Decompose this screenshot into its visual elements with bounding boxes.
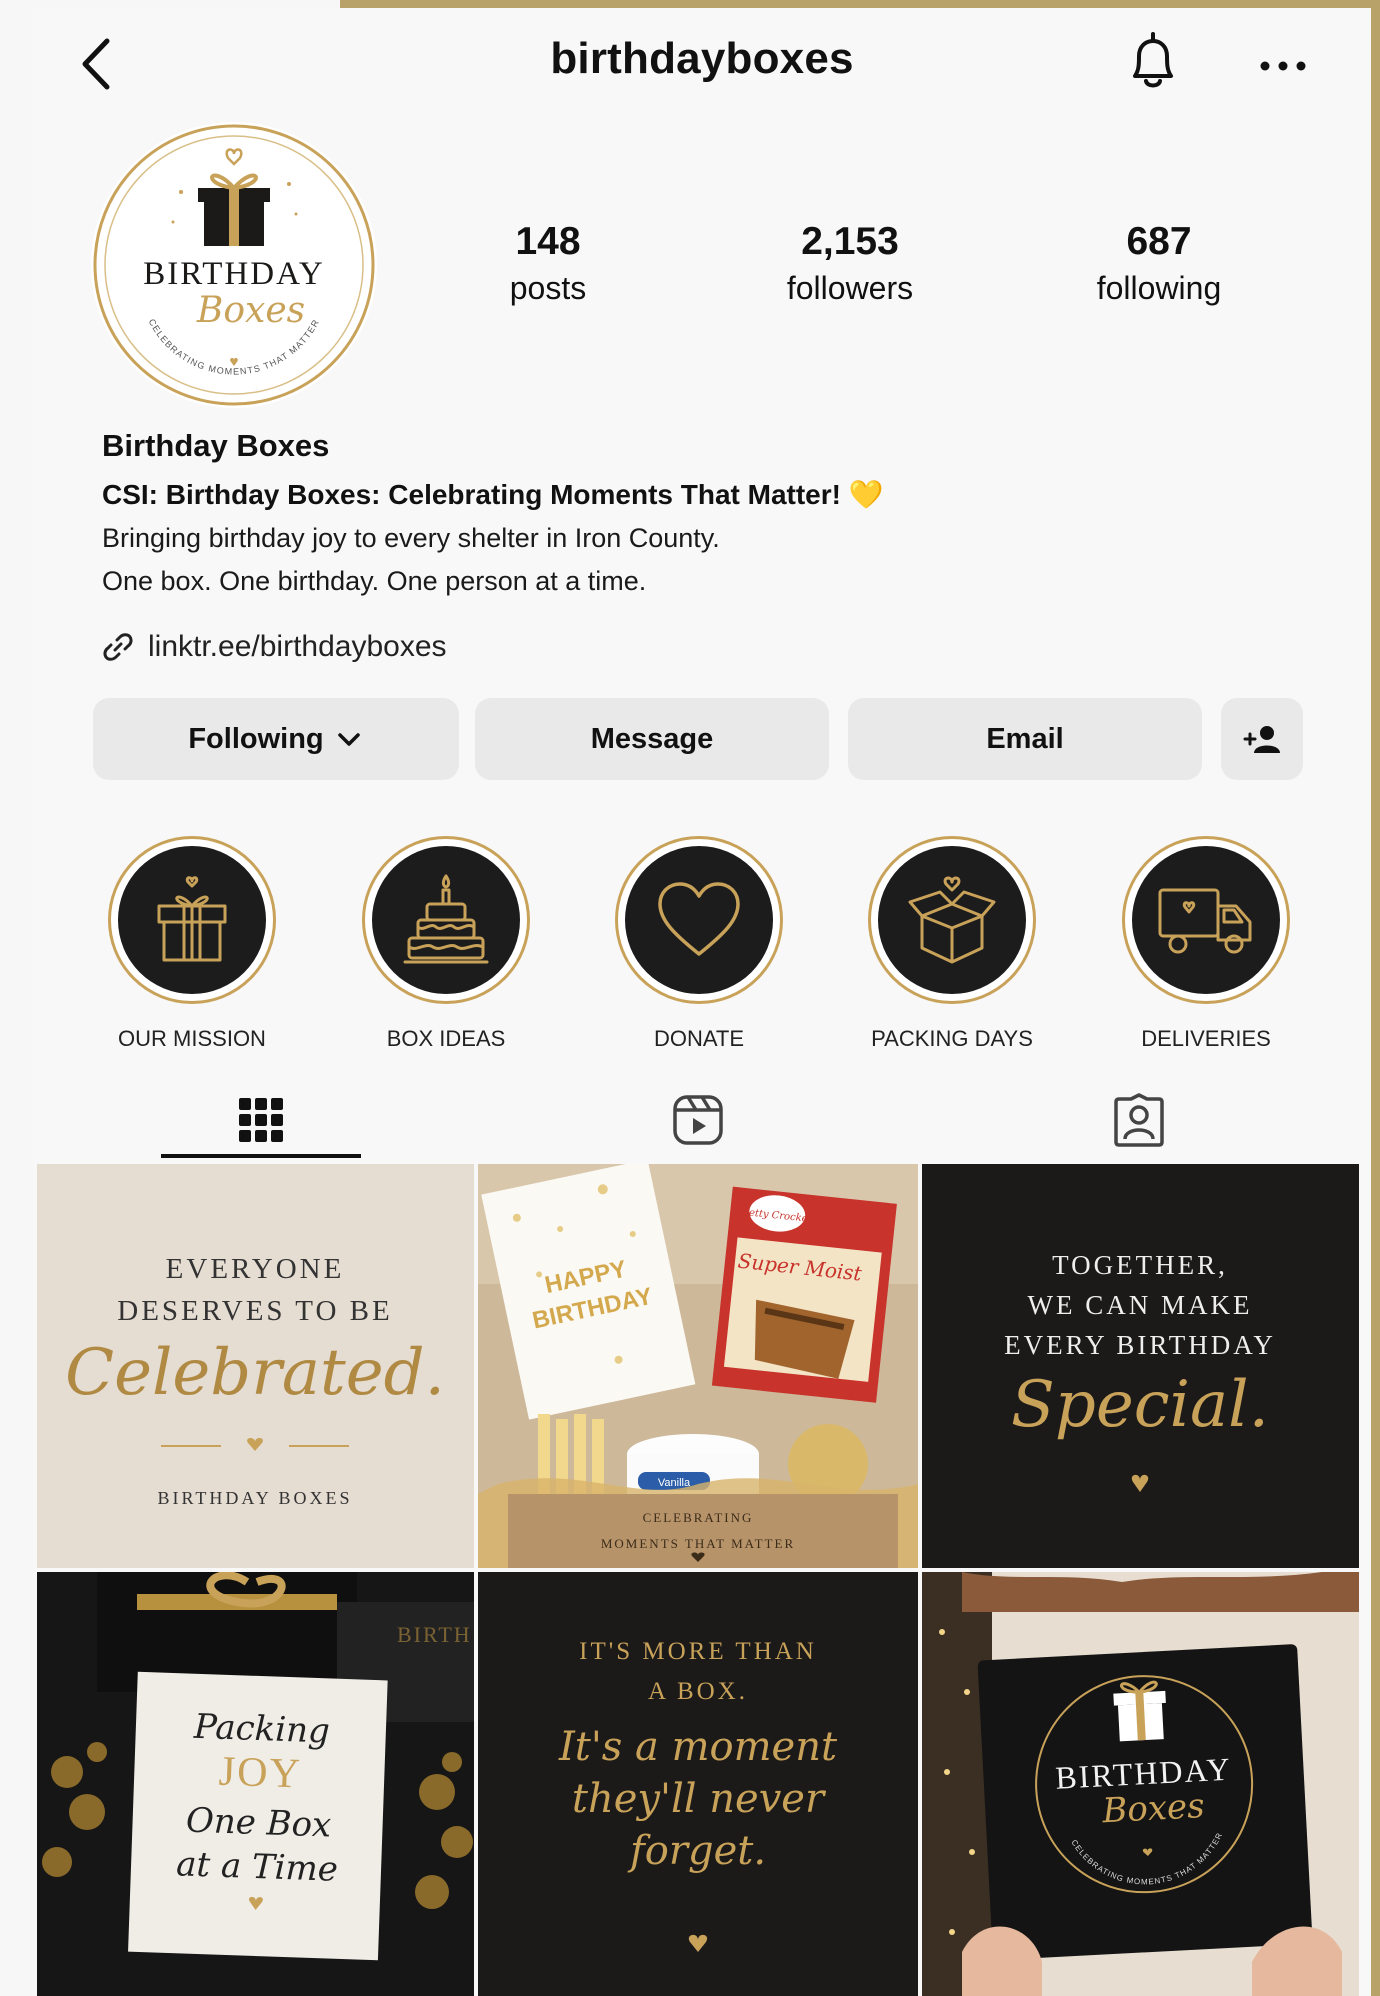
svg-text:Boxes: Boxes: [196, 290, 305, 331]
followers-label: followers: [786, 270, 914, 306]
post-tile[interactable]: HAPPY BIRTHDAY Betty Crocker Super Moist…: [478, 1164, 918, 1568]
following-label: Following: [188, 722, 324, 755]
post-celebrated: EVERYONE DESERVES TO BE Celebrated. BIRT…: [65, 1253, 445, 1508]
post-box-photo: HAPPY BIRTHDAY Betty Crocker Super Moist…: [478, 1164, 918, 1568]
svg-text:Boxes: Boxes: [1100, 1786, 1205, 1831]
suggested-users-button[interactable]: [1221, 698, 1303, 780]
post-tile[interactable]: BIRTH Packing JOY One Box at a Time: [37, 1572, 474, 1996]
bio-line: One box. One birthday. One person at a t…: [102, 566, 647, 596]
post-more-than-a-box: IT'S MORE THAN A BOX. It's a moment they…: [558, 1638, 838, 1952]
avatar[interactable]: BIRTHDAY Boxes CELEBRATING MOMENTS THAT …: [91, 122, 377, 408]
link-icon: [103, 633, 133, 661]
svg-text:It's a moment: It's a moment: [558, 1724, 838, 1770]
grid-icon: [239, 1098, 283, 1142]
highlight-ring: [615, 836, 783, 1004]
svg-text:CELEBRATING: CELEBRATING: [643, 1510, 754, 1525]
chevron-down-icon: [337, 733, 360, 746]
svg-text:EVERYONE: EVERYONE: [166, 1253, 345, 1285]
svg-text:DESERVES TO BE: DESERVES TO BE: [117, 1295, 392, 1327]
following-count: 687: [1126, 220, 1192, 263]
svg-text:Special.: Special.: [1011, 1368, 1269, 1442]
bell-icon: [1133, 32, 1173, 88]
post-box-held: BIRTHDAY Boxes CELEBRATING MOMENTS THAT …: [922, 1572, 1359, 1996]
add-person-icon: [1243, 726, 1280, 753]
message-label: Message: [590, 722, 714, 755]
post-tile[interactable]: TOGETHER, WE CAN MAKE EVERY BIRTHDAY Spe…: [922, 1164, 1359, 1568]
highlight-label: OUR MISSION: [118, 1026, 266, 1051]
active-tab-indicator: [161, 1154, 361, 1158]
post-packing-joy: BIRTH Packing JOY One Box at a Time: [37, 1572, 474, 1996]
highlight-our-mission[interactable]: OUR MISSION: [92, 836, 292, 1052]
highlight-ring: [868, 836, 1036, 1004]
highlight-donate[interactable]: DONATE: [599, 836, 799, 1052]
highlight-box-ideas[interactable]: BOX IDEAS: [346, 836, 546, 1052]
frame-border-top: [340, 0, 1380, 8]
email-label: Email: [986, 722, 1064, 755]
svg-text:BIRTHDAY BOXES: BIRTHDAY BOXES: [157, 1488, 352, 1508]
svg-text:Packing: Packing: [192, 1707, 330, 1752]
followers-count: 2,153: [801, 220, 899, 263]
open-box-icon: [908, 876, 996, 964]
svg-text:BIRTH: BIRTH: [397, 1622, 472, 1647]
truck-icon: [1158, 888, 1252, 954]
stat-posts[interactable]: 148 posts: [438, 220, 658, 307]
following-button[interactable]: Following: [93, 698, 459, 780]
more-dots-icon: [1260, 61, 1306, 71]
svg-text:A BOX.: A BOX.: [648, 1678, 748, 1705]
tab-grid[interactable]: [221, 1090, 301, 1150]
bio-line: Bringing birthday joy to every shelter i…: [102, 523, 720, 553]
highlight-label: PACKING DAYS: [871, 1026, 1033, 1051]
svg-text:TOGETHER,: TOGETHER,: [1052, 1250, 1228, 1280]
cake-icon: [403, 874, 489, 964]
tab-reels[interactable]: [658, 1090, 738, 1150]
post-special: TOGETHER, WE CAN MAKE EVERY BIRTHDAY Spe…: [1004, 1250, 1276, 1492]
profile-link-text: linktr.ee/birthdayboxes: [148, 630, 447, 663]
svg-text:EVERY BIRTHDAY: EVERY BIRTHDAY: [1004, 1330, 1276, 1360]
highlight-label: DONATE: [653, 1026, 745, 1051]
birthday-boxes-logo: BIRTHDAY Boxes CELEBRATING MOMENTS THAT …: [93, 124, 375, 406]
highlight-ring: [108, 836, 276, 1004]
message-button[interactable]: Message: [475, 698, 829, 780]
highlight-ring: [362, 836, 530, 1004]
highlight-ring: [1122, 836, 1290, 1004]
svg-text:BIRTHDAY: BIRTHDAY: [143, 256, 324, 292]
profile-name: Birthday Boxes: [102, 428, 330, 463]
svg-text:at a Time: at a Time: [176, 1844, 339, 1890]
posts-label: posts: [509, 270, 587, 306]
post-tile[interactable]: IT'S MORE THAN A BOX. It's a moment they…: [478, 1572, 918, 1996]
tagged-icon: [1114, 1093, 1164, 1147]
svg-text:forget.: forget.: [627, 1828, 766, 1874]
svg-text:Vanilla: Vanilla: [658, 1477, 691, 1489]
svg-text:JOY: JOY: [218, 1749, 303, 1798]
highlight-label: DELIVERIES: [1141, 1026, 1271, 1051]
bio: Birthday Boxes CSI: Birthday Boxes: Cele…: [102, 428, 1302, 609]
notifications-button[interactable]: [1123, 30, 1183, 94]
post-tile[interactable]: BIRTHDAY Boxes CELEBRATING MOMENTS THAT …: [922, 1572, 1359, 1996]
highlight-deliveries[interactable]: DELIVERIES: [1106, 836, 1306, 1052]
frame-border-right: [1371, 0, 1380, 1996]
stat-followers[interactable]: 2,153 followers: [740, 220, 960, 307]
profile-category: CSI: Birthday Boxes: Celebrating Moments…: [102, 479, 884, 510]
heart-icon: [658, 882, 740, 956]
more-options-button[interactable]: [1253, 46, 1313, 86]
svg-text:One Box: One Box: [185, 1801, 332, 1846]
gift-icon: [157, 876, 227, 962]
highlight-label: BOX IDEAS: [386, 1026, 506, 1051]
tab-tagged[interactable]: [1099, 1090, 1179, 1150]
post-tile[interactable]: EVERYONE DESERVES TO BE Celebrated. BIRT…: [37, 1164, 474, 1568]
reels-icon: [673, 1095, 723, 1145]
svg-text:IT'S MORE THAN: IT'S MORE THAN: [579, 1638, 817, 1665]
profile-screen: birthdayboxes BIRTHDAY Boxes CELEBRATING: [33, 8, 1371, 1996]
stat-following[interactable]: 687 following: [1049, 220, 1269, 307]
profile-link[interactable]: linktr.ee/birthdayboxes: [102, 630, 447, 664]
posts-count: 148: [515, 220, 581, 263]
email-button[interactable]: Email: [848, 698, 1202, 780]
following-label: following: [1096, 270, 1222, 306]
svg-text:WE CAN MAKE: WE CAN MAKE: [1028, 1290, 1253, 1320]
svg-text:MOMENTS THAT MATTER: MOMENTS THAT MATTER: [601, 1536, 795, 1551]
svg-text:they'll never: they'll never: [572, 1776, 827, 1822]
highlight-packing-days[interactable]: PACKING DAYS: [852, 836, 1052, 1052]
svg-text:Celebrated.: Celebrated.: [65, 1336, 445, 1410]
